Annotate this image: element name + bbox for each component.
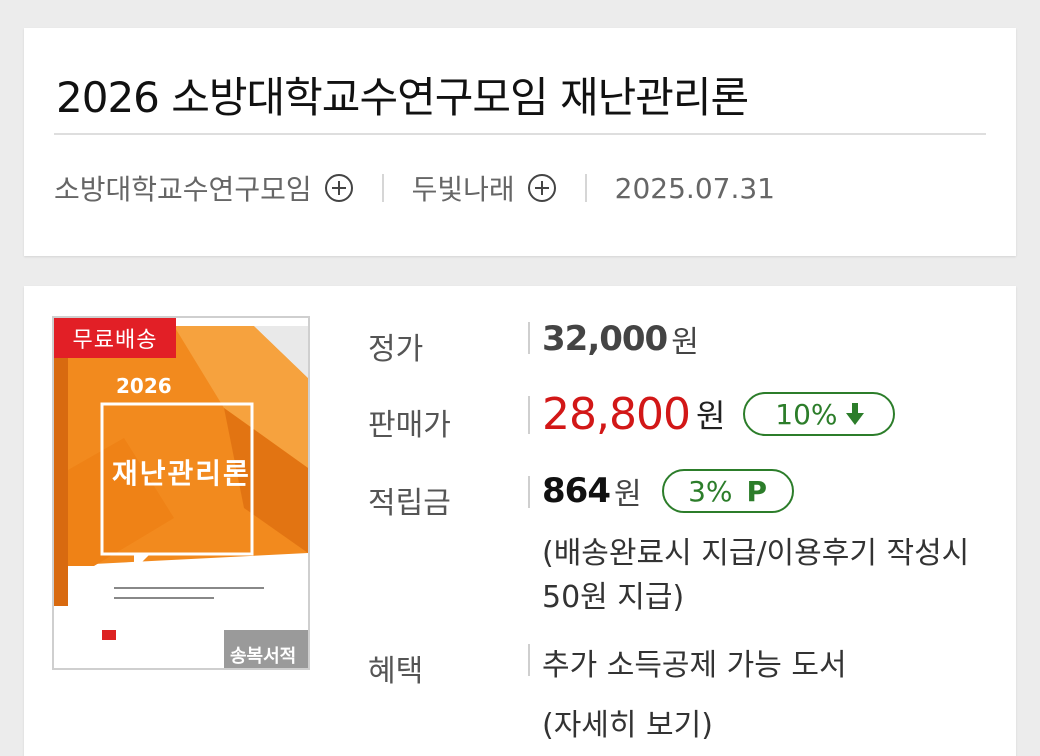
list-price-value: 32,000 — [542, 319, 668, 359]
cover-artwork — [54, 318, 308, 668]
meta-separator — [584, 174, 587, 202]
book-cover-image[interactable]: 무료배송 2026 재난관리론 송복서적 — [52, 316, 310, 670]
add-author-icon[interactable] — [324, 173, 354, 203]
points-unit: 원 — [613, 477, 642, 512]
points-note-line2: 50원 지급) — [542, 580, 685, 615]
free-shipping-badge: 무료배송 — [54, 318, 176, 358]
benefit-detail-link[interactable]: (자세히 보기) — [542, 700, 713, 744]
benefit-value: 추가 소득공제 가능 도서 — [542, 648, 847, 683]
benefit-label: 혜택 — [368, 654, 424, 689]
points-value: 864 — [542, 471, 611, 511]
discount-badge: 10% — [743, 392, 896, 436]
book-header-card: 2026 소방대학교수연구모임 재난관리론 소방대학교수연구모임 두빛나래 20… — [24, 28, 1016, 256]
discount-rate: 10% — [775, 397, 838, 431]
sale-price-divider — [528, 396, 530, 434]
sale-price-unit: 원 — [695, 397, 726, 435]
cover-title: 재난관리론 — [112, 457, 251, 490]
title-divider — [54, 133, 986, 135]
list-price-label: 정가 — [368, 332, 424, 367]
arrow-down-icon — [845, 403, 864, 425]
benefit-divider — [528, 644, 530, 676]
points-note-line1: (배송완료시 지급/이용후기 작성시 — [542, 536, 970, 571]
cover-year: 2026 — [116, 374, 172, 398]
points-label: 적립금 — [368, 486, 451, 521]
book-meta-row: 소방대학교수연구모임 두빛나래 2025.07.31 — [54, 166, 775, 210]
author-link[interactable]: 소방대학교수연구모임 — [54, 168, 312, 208]
list-price-unit: 원 — [671, 325, 699, 360]
cover-publisher-mark: 송복서적 — [230, 646, 297, 667]
list-price-divider — [528, 322, 530, 354]
add-publisher-icon[interactable] — [527, 173, 557, 203]
publish-date: 2025.07.31 — [614, 171, 775, 205]
points-rate: 3% — [688, 474, 733, 508]
points-rate-badge: 3% P — [661, 469, 794, 513]
sale-price-row: 28,800 원 10% — [542, 386, 896, 442]
book-title: 2026 소방대학교수연구모임 재난관리론 — [56, 73, 749, 122]
points-row: 864 원 3% P — [542, 468, 794, 514]
meta-separator — [381, 174, 384, 202]
points-p-icon: P — [746, 474, 768, 508]
product-info-card: 무료배송 2026 재난관리론 송복서적 정가 32,000 원 판매가 28,… — [24, 286, 1016, 756]
sale-price-value: 28,800 — [542, 388, 691, 440]
list-price-row: 32,000 원 — [542, 316, 699, 362]
publisher-link[interactable]: 두빛나래 — [412, 168, 515, 208]
sale-price-label: 판매가 — [368, 408, 451, 443]
points-divider — [528, 476, 530, 508]
